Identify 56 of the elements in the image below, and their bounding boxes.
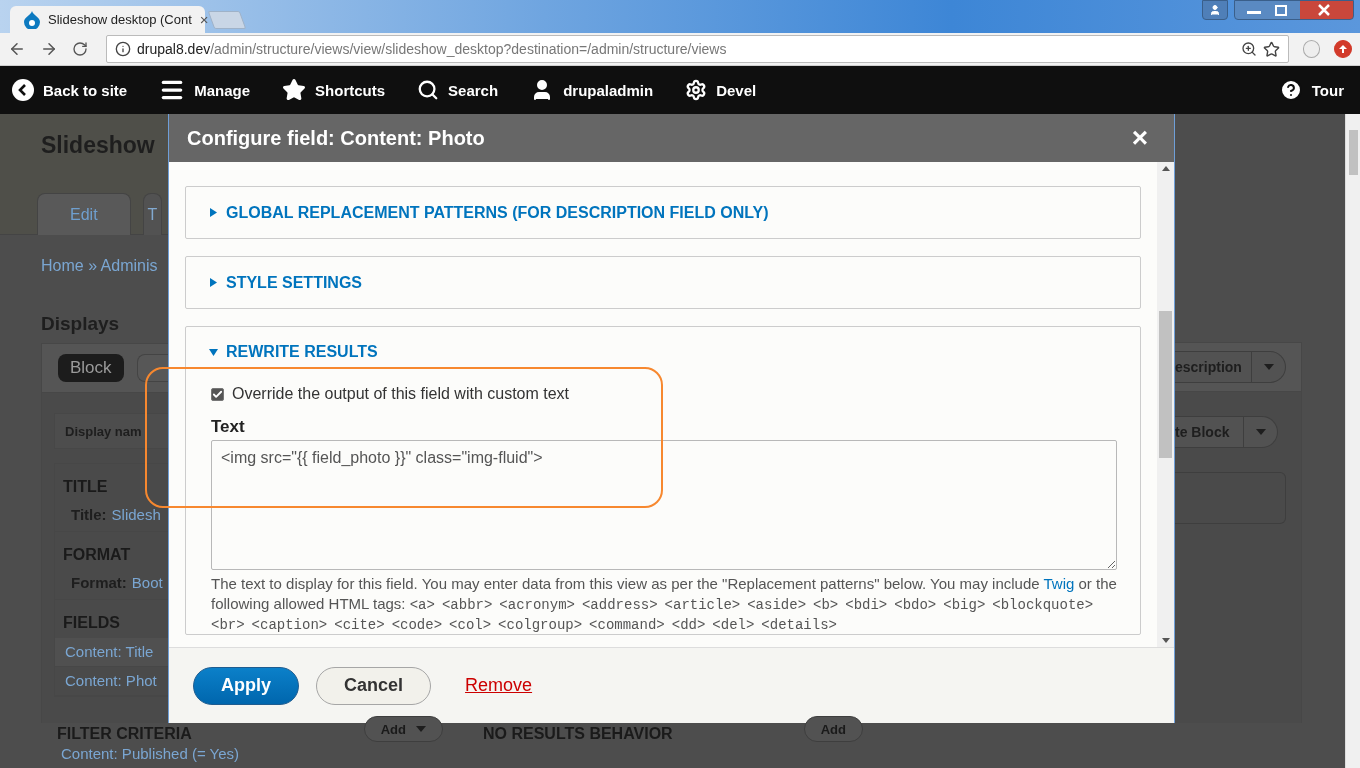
back-icon[interactable] — [8, 40, 26, 58]
setting-link[interactable]: Boot — [131, 574, 163, 591]
text-input-field[interactable]: <img src="{{ field_photo }}" class="img-fluid"> — [211, 440, 1117, 570]
field-link[interactable]: Content: Title — [55, 638, 168, 667]
triangle-down-icon — [209, 347, 218, 357]
toolbar-item[interactable]: Back to site — [12, 79, 128, 101]
profile-button[interactable] — [1202, 0, 1228, 20]
display-tab[interactable]: Block — [58, 354, 124, 382]
filter-link[interactable]: Content: Published (= Yes) — [57, 745, 1345, 763]
caret-icon — [1263, 364, 1274, 370]
tour-link[interactable]: Tour — [1278, 78, 1344, 102]
bookmark-star-icon[interactable] — [1262, 40, 1280, 58]
scroll-down-icon[interactable] — [1161, 638, 1170, 643]
breadcrumb[interactable]: Home » Adminis — [41, 257, 168, 275]
details-summary[interactable]: STYLE SETTINGS — [186, 257, 1140, 308]
toolbar-item[interactable]: Manage — [159, 77, 251, 103]
scroll-up-icon[interactable] — [1161, 166, 1170, 171]
toolbar-item[interactable]: drupaladmin — [530, 78, 654, 102]
twig-link[interactable]: Twig — [1043, 575, 1075, 592]
toolbar-item[interactable]: Search — [417, 79, 499, 101]
close-button[interactable]: × — [1131, 124, 1148, 152]
zoom-icon[interactable] — [1240, 41, 1257, 57]
info-icon — [115, 41, 131, 57]
dialog-title: Configure field: Content: Photo — [187, 126, 486, 150]
remove-link[interactable]: Remove — [465, 675, 533, 696]
caret-icon — [1255, 429, 1266, 435]
star-icon — [282, 78, 307, 102]
user-icon — [1209, 4, 1221, 16]
dialog-scrollbar[interactable] — [1157, 162, 1174, 647]
upload-extension-icon[interactable] — [1334, 40, 1352, 58]
triangle-right-icon — [209, 278, 218, 287]
setting-link[interactable]: Slidesh — [111, 506, 161, 523]
add-display-button[interactable] — [136, 354, 168, 382]
details-summary[interactable]: REWRITE RESULTS — [186, 327, 1140, 377]
apply-button[interactable]: Apply — [193, 666, 299, 705]
page-tab[interactable]: Edit — [37, 193, 131, 235]
text-label: Text — [211, 417, 246, 437]
page-tab[interactable]: T — [142, 193, 163, 235]
checkbox[interactable] — [211, 387, 224, 401]
gear-icon — [685, 79, 708, 101]
forward-icon[interactable] — [40, 40, 58, 58]
address-bar[interactable]: drupal8.dev/admin/structure/views/view/slideshow_desktop?destination=/admin/structure/views — [106, 35, 1289, 63]
page-scrollbar[interactable] — [1345, 114, 1360, 768]
field-description: The text to display for this field. You may enter data from this view as per the "Replacement patterns" below. You may include Twig or the following allowed HTML tags: <a> <abbr> <acronym> <address> <article> <aside> <b> <bdi> <bdo> <big> <blockquote> <br> <caption> <cite> <code> <col> <colgroup> <command> <dd> <del> <details> — [211, 574, 1117, 634]
override-checkbox[interactable]: Override the output of this field with custom text — [211, 385, 1115, 403]
reload-icon[interactable] — [72, 41, 88, 57]
toolbar-item[interactable]: Shortcuts — [282, 78, 386, 102]
details-summary[interactable]: GLOBAL REPLACEMENT PATTERNS (FOR DESCRIPTION FIELD ONLY) — [186, 187, 1140, 238]
cancel-button[interactable]: Cancel — [316, 666, 432, 705]
scroll-thumb[interactable] — [1159, 311, 1172, 458]
triangle-right-icon — [209, 208, 218, 217]
caret-icon — [416, 726, 426, 732]
toolbar-item[interactable]: Devel — [685, 79, 757, 101]
drupal-logo-icon — [24, 10, 40, 29]
window-controls[interactable] — [1234, 0, 1354, 20]
search-icon — [417, 79, 440, 101]
